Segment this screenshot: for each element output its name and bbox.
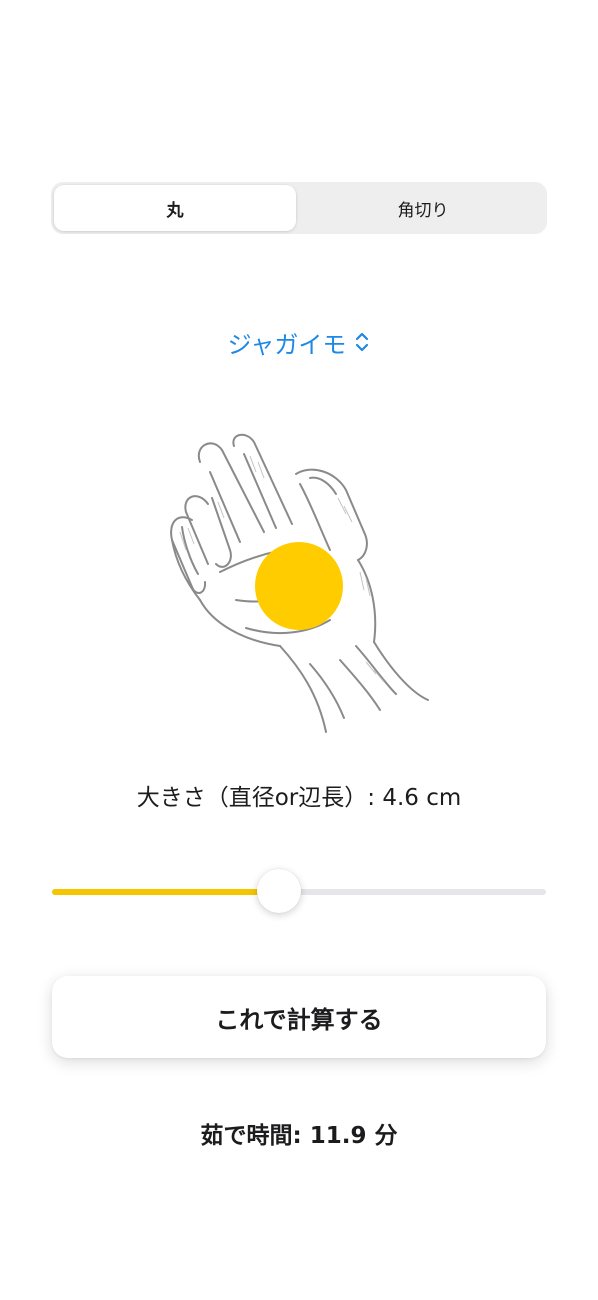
- segment-cube-cut-label: 角切り: [397, 200, 449, 221]
- size-slider[interactable]: [52, 866, 546, 918]
- ingredient-picker-label: ジャガイモ: [227, 330, 347, 359]
- hand-drawing: [170, 433, 429, 733]
- calculate-button[interactable]: これで計算する: [52, 976, 546, 1058]
- hand-illustration: [160, 432, 440, 737]
- shape-segmented-control[interactable]: 丸 角切り: [51, 182, 547, 234]
- ingredient-picker[interactable]: ジャガイモ: [0, 322, 598, 362]
- chevron-up-down-icon: [354, 330, 370, 354]
- segment-round[interactable]: 丸: [54, 185, 296, 231]
- segment-cube-cut[interactable]: 角切り: [302, 185, 544, 231]
- calculate-button-label: これで計算する: [215, 1005, 383, 1034]
- size-label: 大きさ（直径or辺長）: 4.6 cm: [136, 785, 462, 811]
- segment-round-label: 丸: [166, 200, 184, 221]
- slider-thumb[interactable]: [257, 869, 302, 913]
- slider-fill: [52, 889, 280, 895]
- boil-time-result: 茹で時間: 11.9 分: [200, 1123, 398, 1149]
- size-circle: [255, 542, 343, 630]
